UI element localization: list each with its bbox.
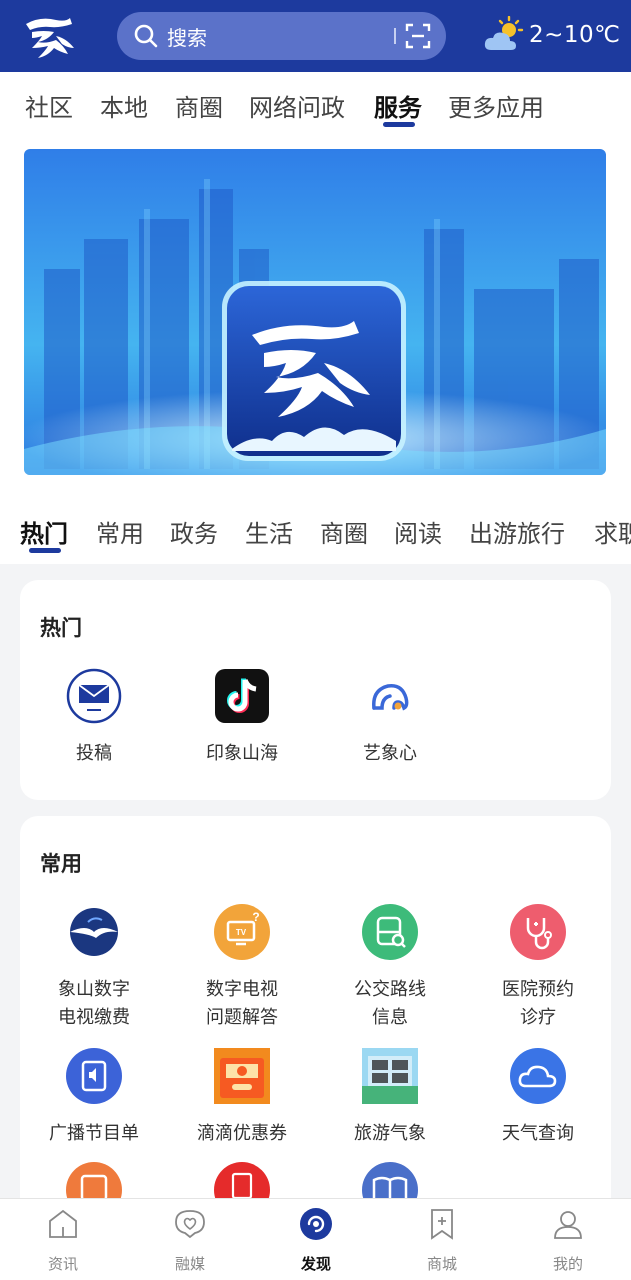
app-label: 医院预约 诊疗 — [464, 976, 612, 1032]
app-label-line: 公交路线 — [354, 979, 426, 1000]
category-tab-hot[interactable]: 热门 — [20, 514, 68, 549]
tiktok-icon — [215, 669, 269, 723]
app-label: 公交路线 信息 — [316, 976, 464, 1032]
banner-image[interactable] — [24, 149, 606, 475]
app-label: 投稿 — [76, 743, 112, 764]
discover-icon — [300, 1208, 332, 1240]
common-section-title: 常用 — [40, 852, 82, 876]
user-icon — [554, 1211, 582, 1239]
app-header: 搜索 2~10℃ — [0, 0, 631, 72]
app-label: 旅游气象 — [354, 1123, 426, 1144]
nav-media[interactable]: 融媒 — [150, 1207, 230, 1274]
app-label: 滴滴优惠券 — [197, 1123, 287, 1144]
bookmark-plus-icon — [431, 1209, 453, 1240]
banner-section — [0, 140, 631, 490]
app-label-line: 象山数字 — [58, 979, 130, 1000]
bird-globe-icon — [70, 908, 118, 956]
search-icon — [134, 24, 158, 48]
app-bus-routes[interactable]: 公交路线 信息 — [316, 904, 464, 1032]
common-section-card: 常用 象山数字 电视缴费 TV ? 数字电视 问题解答 公交路线 信息 医院预约… — [20, 816, 612, 1218]
tab-online-governance[interactable]: 网络问政 — [249, 88, 345, 123]
elephant-icon — [372, 684, 409, 711]
active-tab-indicator — [383, 122, 415, 127]
weather-widget[interactable]: 2~10℃ — [483, 16, 621, 54]
app-label: 天气查询 — [502, 1123, 574, 1144]
search-bar[interactable]: 搜索 — [117, 12, 446, 60]
coupon-icon — [214, 1048, 270, 1104]
category-tab-government[interactable]: 政务 — [170, 514, 218, 549]
tab-services[interactable]: 服务 — [374, 88, 422, 123]
travel-weather-icon — [362, 1048, 418, 1104]
top-tab-bar: 社区 本地 商圈 网络问政 服务 更多应用 — [0, 72, 631, 140]
app-digital-tv-payment[interactable]: 象山数字 电视缴费 — [20, 904, 168, 1032]
app-label: 印象山海 — [206, 743, 278, 764]
svg-text:?: ? — [252, 910, 259, 924]
tab-more-apps[interactable]: 更多应用 — [448, 88, 544, 123]
search-divider — [394, 28, 396, 44]
nav-label: 商城 — [426, 1255, 457, 1273]
nav-shop[interactable]: 商城 — [402, 1207, 482, 1274]
nav-discover[interactable]: 发现 — [276, 1207, 356, 1274]
app-label-line: 医院预约 — [502, 979, 574, 1000]
nav-me[interactable]: 我的 — [528, 1207, 608, 1274]
bus-search-icon — [362, 904, 418, 960]
mail-envelope-icon — [66, 668, 122, 724]
app-submit[interactable]: 投稿 — [20, 668, 168, 768]
app-label-line: 数字电视 — [206, 979, 278, 1000]
category-tab-jobs[interactable]: 求职 — [594, 514, 631, 549]
app-yixiangxin[interactable]: 艺象心 — [316, 668, 464, 768]
tab-business-district[interactable]: 商圈 — [175, 88, 223, 123]
scan-icon[interactable] — [405, 23, 431, 49]
nav-label: 资讯 — [47, 1255, 78, 1273]
category-tab-life[interactable]: 生活 — [245, 514, 293, 549]
category-tab-reading[interactable]: 阅读 — [394, 514, 442, 549]
app-label-line: 电视缴费 — [58, 1007, 130, 1028]
hot-section-card: 热门 投稿 印象山海 艺象心 — [20, 580, 611, 800]
hot-section-title: 热门 — [40, 616, 82, 640]
tab-community[interactable]: 社区 — [25, 88, 73, 123]
stethoscope-icon — [510, 904, 566, 960]
app-label: 艺象心 — [363, 743, 417, 764]
radio-schedule-icon — [66, 1048, 122, 1104]
app-label: 广播节目单 — [49, 1123, 139, 1144]
category-active-indicator — [29, 548, 61, 553]
app-digital-tv-faq[interactable]: TV ? 数字电视 问题解答 — [168, 904, 316, 1032]
app-label-line: 问题解答 — [206, 1007, 278, 1028]
nav-news[interactable]: 资讯 — [23, 1207, 103, 1274]
app-weather-query[interactable]: 天气查询 — [464, 1048, 612, 1148]
category-tab-travel[interactable]: 出游旅行 — [469, 514, 565, 549]
bottom-nav-bar: 资讯 融媒 发现 商城 我的 — [0, 1198, 631, 1280]
app-hospital-appointment[interactable]: 医院预约 诊疗 — [464, 904, 612, 1032]
app-label: 象山数字 电视缴费 — [20, 976, 168, 1032]
app-label-line: 诊疗 — [520, 1007, 556, 1028]
nav-label: 我的 — [552, 1255, 583, 1273]
partly-cloudy-icon — [484, 16, 524, 50]
weather-temperature: 2~10℃ — [529, 22, 621, 48]
app-logo-icon[interactable] — [20, 10, 80, 62]
app-label-line: 信息 — [372, 1007, 408, 1028]
home-icon — [49, 1209, 77, 1238]
heart-bubble-icon — [175, 1210, 205, 1239]
tv-question-icon: TV ? — [214, 904, 270, 960]
nav-label: 发现 — [300, 1255, 331, 1273]
app-travel-weather[interactable]: 旅游气象 — [316, 1048, 464, 1148]
app-radio-schedule[interactable]: 广播节目单 — [20, 1048, 168, 1148]
tab-local[interactable]: 本地 — [100, 88, 148, 123]
app-didi-coupons[interactable]: 滴滴优惠券 — [168, 1048, 316, 1148]
category-tab-business[interactable]: 商圈 — [320, 514, 368, 549]
category-tab-common[interactable]: 常用 — [96, 514, 144, 549]
nav-label: 融媒 — [174, 1255, 205, 1273]
app-label: 数字电视 问题解答 — [168, 976, 316, 1032]
cloud-icon — [510, 1048, 566, 1104]
search-placeholder: 搜索 — [167, 25, 207, 50]
app-impression-shanhai[interactable]: 印象山海 — [168, 668, 316, 768]
category-tab-bar: 热门 常用 政务 生活 商圈 阅读 出游旅行 求职 — [0, 490, 631, 564]
svg-text:TV: TV — [236, 928, 247, 937]
